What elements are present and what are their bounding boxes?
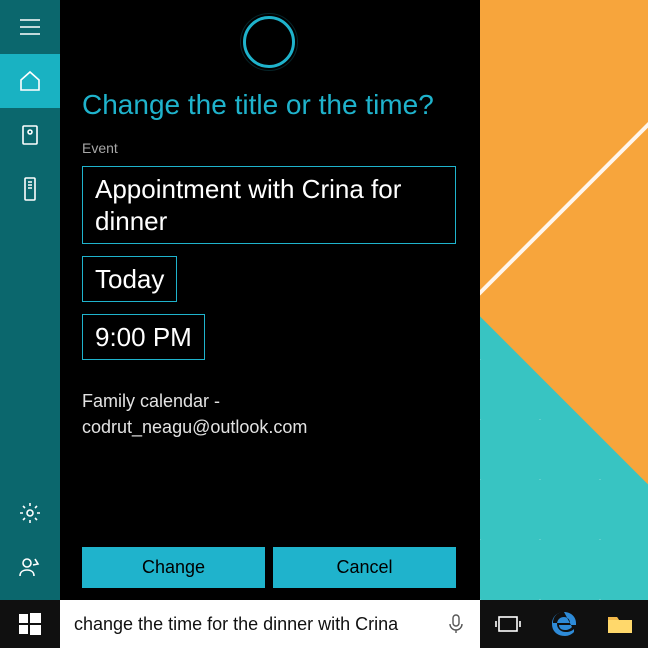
task-view-button[interactable]	[480, 600, 536, 648]
menu-button[interactable]	[0, 0, 60, 54]
notebook-icon	[20, 124, 40, 146]
event-title-field[interactable]: Appointment with Crina for dinner	[82, 166, 456, 244]
task-view-icon	[495, 614, 521, 634]
devices-button[interactable]	[0, 162, 60, 216]
cortana-search-box[interactable]	[60, 600, 480, 648]
file-explorer-icon	[606, 613, 634, 635]
feedback-button[interactable]	[0, 540, 60, 594]
edge-button[interactable]	[536, 600, 592, 648]
edge-icon	[550, 610, 578, 638]
change-button[interactable]: Change	[82, 547, 265, 588]
devices-icon	[23, 177, 37, 201]
mic-icon	[449, 614, 463, 634]
event-label: Event	[82, 140, 456, 156]
start-button[interactable]	[0, 600, 60, 648]
hamburger-icon	[19, 18, 41, 36]
cortana-logo-icon	[243, 16, 295, 68]
cortana-sidebar	[0, 0, 60, 600]
cortana-panel: Change the title or the time? Event Appo…	[60, 0, 480, 600]
gear-icon	[18, 501, 42, 525]
settings-button[interactable]	[0, 486, 60, 540]
home-icon	[18, 70, 42, 92]
taskbar	[0, 600, 648, 648]
notebook-button[interactable]	[0, 108, 60, 162]
feedback-icon	[18, 556, 42, 578]
prompt-heading: Change the title or the time?	[82, 88, 456, 122]
search-input[interactable]	[74, 614, 442, 635]
mic-button[interactable]	[442, 610, 470, 638]
windows-logo-icon	[19, 613, 41, 635]
file-explorer-button[interactable]	[592, 600, 648, 648]
event-date-field[interactable]: Today	[82, 256, 177, 302]
event-time-field[interactable]: 9:00 PM	[82, 314, 205, 360]
calendar-info: Family calendar - codrut_neagu@outlook.c…	[82, 388, 456, 440]
home-button[interactable]	[0, 54, 60, 108]
cancel-button[interactable]: Cancel	[273, 547, 456, 588]
